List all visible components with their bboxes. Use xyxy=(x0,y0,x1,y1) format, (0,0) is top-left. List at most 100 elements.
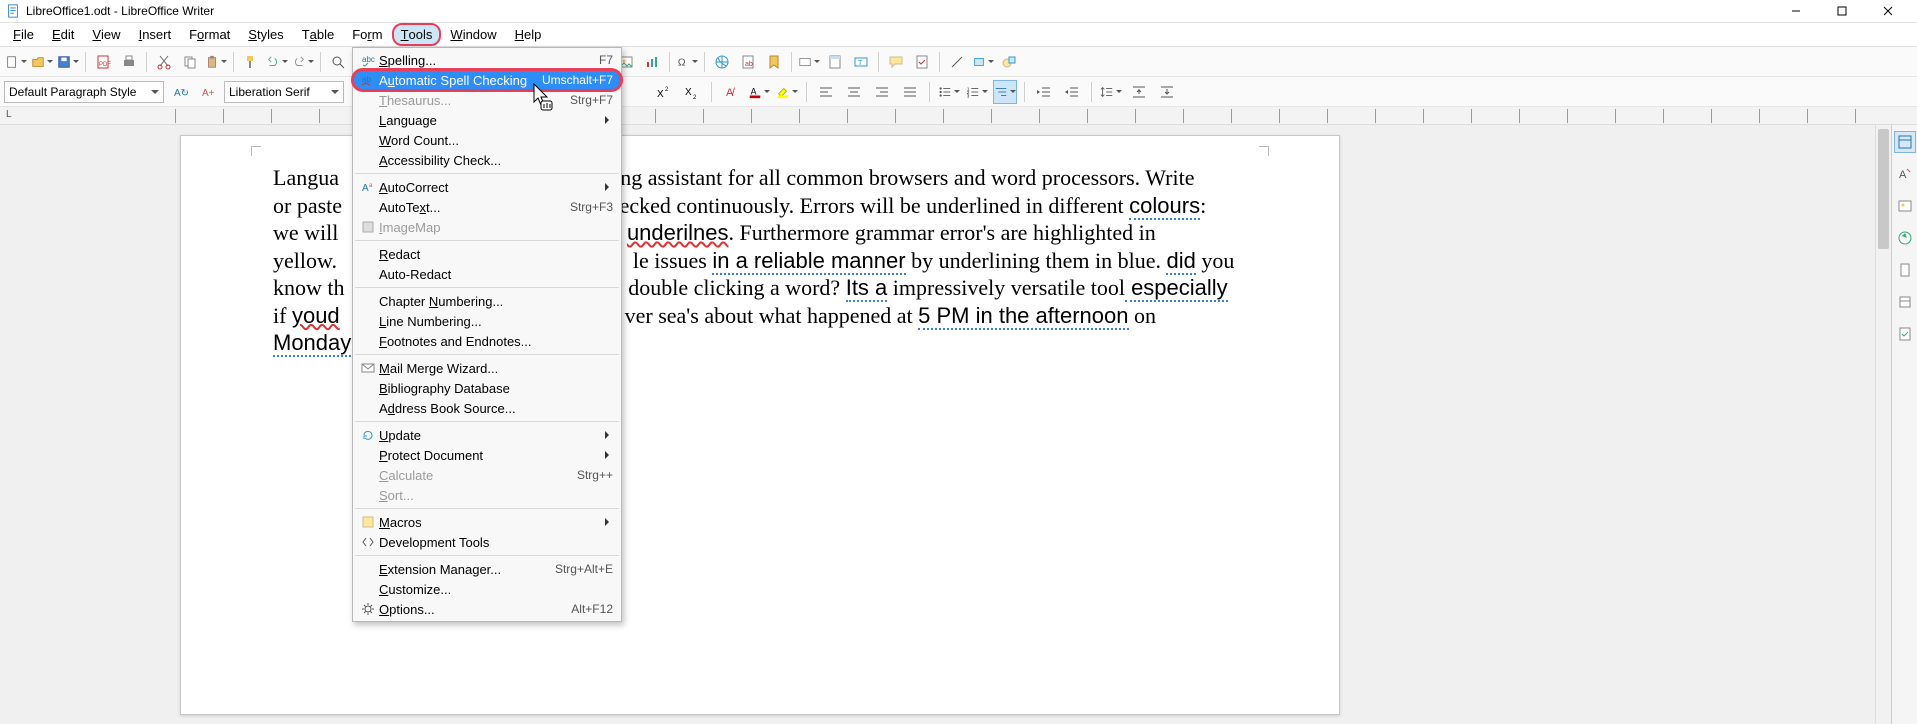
menu-item-language[interactable]: Language xyxy=(353,110,621,130)
sidebar-gallery-button[interactable] xyxy=(1894,195,1916,217)
submenu-arrow-icon xyxy=(605,116,613,124)
menu-format[interactable]: Format xyxy=(180,23,239,46)
menu-item-chapter-numbering[interactable]: Chapter Numbering... xyxy=(353,291,621,311)
menu-item-update[interactable]: Update xyxy=(353,425,621,445)
cut-button[interactable] xyxy=(152,50,176,74)
menu-item-label: ImageMap xyxy=(379,220,613,235)
menu-item-mail-merge-wizard[interactable]: Mail Merge Wizard... xyxy=(353,358,621,378)
menu-item-bibliography-database[interactable]: Bibliography Database xyxy=(353,378,621,398)
track-changes-button[interactable] xyxy=(910,50,934,74)
menu-item-customize[interactable]: Customize... xyxy=(353,579,621,599)
svg-text:A: A xyxy=(751,86,757,96)
insert-hyperlink-button[interactable] xyxy=(710,50,734,74)
line-button[interactable] xyxy=(945,50,969,74)
align-right-button[interactable] xyxy=(870,80,894,104)
menu-edit[interactable]: Edit xyxy=(43,23,83,46)
menu-styles[interactable]: Styles xyxy=(239,23,292,46)
menu-item-word-count[interactable]: Word Count... xyxy=(353,130,621,150)
copy-button[interactable] xyxy=(178,50,202,74)
decrease-para-spacing-button[interactable] xyxy=(1155,80,1179,104)
insert-comment-button[interactable] xyxy=(884,50,908,74)
menu-item-autotext[interactable]: AutoText...Strg+F3 xyxy=(353,197,621,217)
imagemap-icon xyxy=(357,220,379,234)
new-style-button[interactable]: A+ xyxy=(196,80,220,104)
insert-field-button[interactable] xyxy=(797,50,821,74)
paste-button[interactable] xyxy=(204,50,228,74)
decrease-indent-button[interactable] xyxy=(1060,80,1084,104)
scrollbar-thumb[interactable] xyxy=(1878,129,1889,249)
open-button[interactable] xyxy=(30,50,54,74)
print-button[interactable] xyxy=(117,50,141,74)
align-left-button[interactable] xyxy=(814,80,838,104)
menu-item-spelling[interactable]: abcSpelling...F7 xyxy=(353,50,621,70)
highlight-color-button[interactable] xyxy=(775,80,799,104)
sidebar-styles-button[interactable]: A xyxy=(1894,163,1916,185)
sidebar-properties-button[interactable] xyxy=(1894,131,1916,153)
insert-header-button[interactable] xyxy=(823,50,847,74)
menu-view[interactable]: View xyxy=(83,23,129,46)
update-style-button[interactable]: A↻ xyxy=(168,80,192,104)
menu-item-autocorrect[interactable]: AaAutoCorrect xyxy=(353,177,621,197)
insert-chart-button[interactable] xyxy=(640,50,664,74)
find-replace-button[interactable] xyxy=(326,50,350,74)
undo-button[interactable] xyxy=(265,50,289,74)
menu-item-options[interactable]: Options...Alt+F12 xyxy=(353,599,621,619)
insert-special-char-button[interactable]: Ω xyxy=(675,50,699,74)
menu-item-accessibility-check[interactable]: Accessibility Check... xyxy=(353,150,621,170)
menu-form[interactable]: Form xyxy=(343,23,391,46)
menu-item-protect-document[interactable]: Protect Document xyxy=(353,445,621,465)
menu-help[interactable]: Help xyxy=(506,23,551,46)
bullet-list-button[interactable] xyxy=(937,80,961,104)
menu-item-label: Macros xyxy=(379,515,599,530)
menu-item-automatic-spell-checking[interactable]: abAutomatic Spell CheckingUmschalt+F7 xyxy=(353,70,621,90)
close-button[interactable] xyxy=(1865,0,1911,23)
paragraph-style-combo[interactable]: Default Paragraph Style xyxy=(4,81,164,103)
menu-item-line-numbering[interactable]: Line Numbering... xyxy=(353,311,621,331)
menu-item-macros[interactable]: Macros xyxy=(353,512,621,532)
menu-item-auto-redact[interactable]: Auto-Redact xyxy=(353,264,621,284)
font-name-combo[interactable]: Liberation Serif xyxy=(224,81,344,103)
line-spacing-button[interactable] xyxy=(1099,80,1123,104)
sidebar-manage-changes-button[interactable] xyxy=(1894,323,1916,345)
window-title: LibreOffice1.odt - LibreOffice Writer xyxy=(26,4,214,18)
svg-text:PDF: PDF xyxy=(99,62,111,68)
save-button[interactable] xyxy=(56,50,80,74)
sidebar-navigator-button[interactable] xyxy=(1894,227,1916,249)
minimize-button[interactable] xyxy=(1773,0,1819,23)
new-button[interactable] xyxy=(4,50,28,74)
menu-item-redact[interactable]: Redact xyxy=(353,244,621,264)
outline-list-button[interactable] xyxy=(993,80,1017,104)
menu-item-extension-manager[interactable]: Extension Manager...Strg+Alt+E xyxy=(353,559,621,579)
menu-item-address-book-source[interactable]: Address Book Source... xyxy=(353,398,621,418)
clone-formatting-button[interactable] xyxy=(239,50,263,74)
menu-tools[interactable]: Tools xyxy=(392,23,442,46)
show-draw-functions-button[interactable] xyxy=(997,50,1021,74)
sidebar-style-inspector-button[interactable] xyxy=(1894,291,1916,313)
menu-table[interactable]: Table xyxy=(293,23,344,46)
autocorrect-icon: Aa xyxy=(357,180,379,194)
menu-file[interactable]: File xyxy=(4,23,43,46)
insert-bookmark-button[interactable] xyxy=(762,50,786,74)
redo-button[interactable] xyxy=(291,50,315,74)
maximize-button[interactable] xyxy=(1819,0,1865,23)
ruler: L xyxy=(0,107,1917,125)
menu-item-footnotes-and-endnotes[interactable]: Footnotes and Endnotes... xyxy=(353,331,621,351)
subscript-button[interactable]: X2 xyxy=(680,80,704,104)
numbered-list-button[interactable]: 123 xyxy=(965,80,989,104)
insert-textbox-button[interactable]: T xyxy=(849,50,873,74)
increase-para-spacing-button[interactable] xyxy=(1127,80,1151,104)
superscript-button[interactable]: X2 xyxy=(652,80,676,104)
insert-footnote-button[interactable]: ab xyxy=(736,50,760,74)
align-center-button[interactable] xyxy=(842,80,866,104)
basic-shapes-button[interactable] xyxy=(971,50,995,74)
menu-insert[interactable]: Insert xyxy=(130,23,181,46)
vertical-scrollbar[interactable] xyxy=(1875,125,1891,724)
sidebar-page-button[interactable] xyxy=(1894,259,1916,281)
clear-formatting-button[interactable]: A̸ xyxy=(719,80,743,104)
menu-window[interactable]: Window xyxy=(441,23,505,46)
menu-item-development-tools[interactable]: Development Tools xyxy=(353,532,621,552)
align-justify-button[interactable] xyxy=(898,80,922,104)
increase-indent-button[interactable] xyxy=(1032,80,1056,104)
font-color-button[interactable]: A xyxy=(747,80,771,104)
export-pdf-button[interactable]: PDF xyxy=(91,50,115,74)
